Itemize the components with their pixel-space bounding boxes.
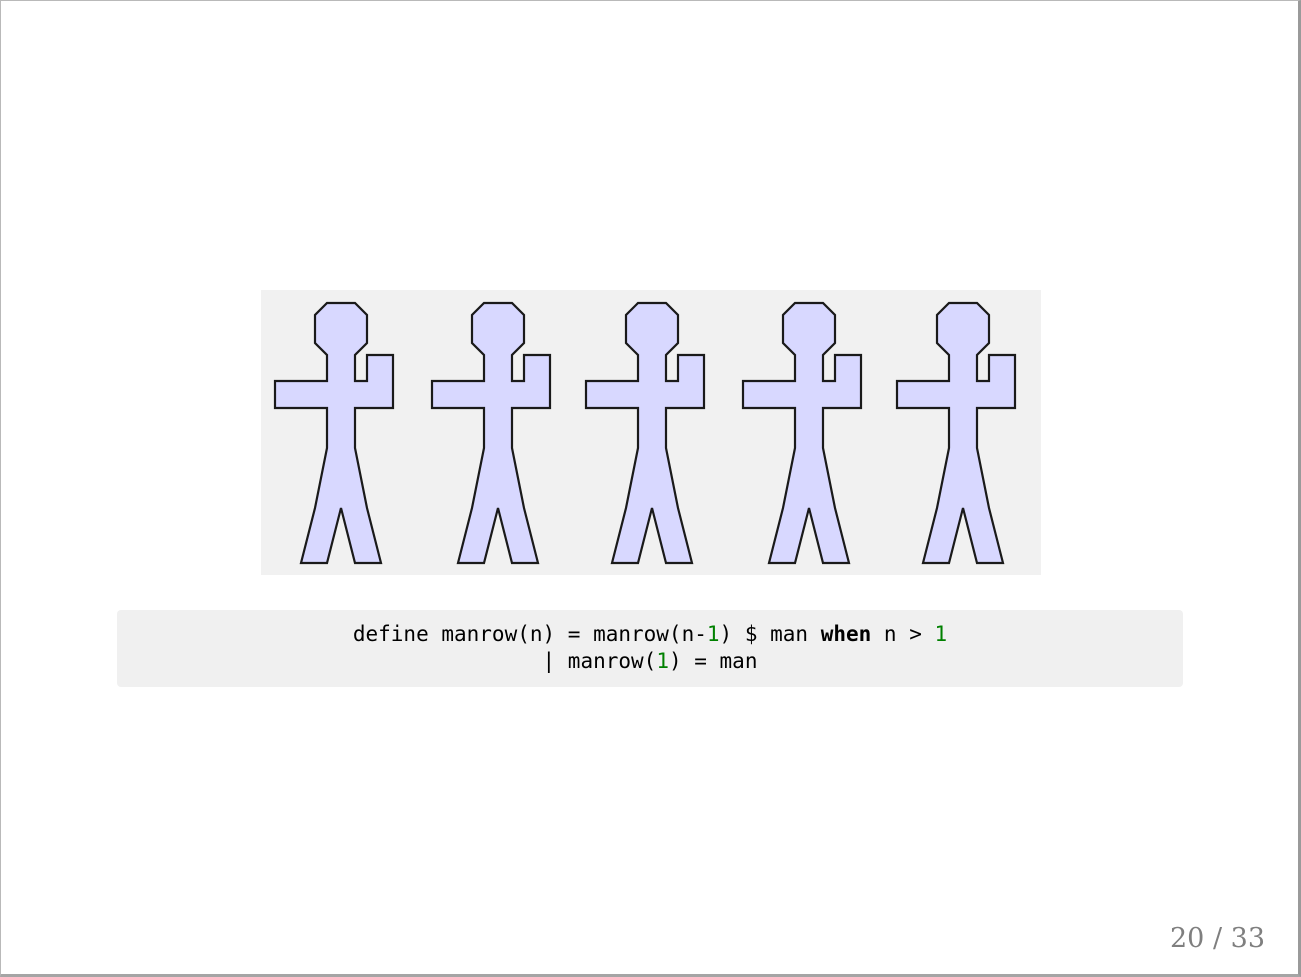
code-text: n > — [871, 622, 935, 646]
manrow-figure-svg — [273, 301, 1017, 565]
code-block: define manrow(n) = manrow(n-1) $ man whe… — [117, 610, 1183, 687]
manrow-figure — [261, 290, 1041, 575]
page-total: 33 — [1230, 923, 1265, 954]
code-line-1: define manrow(n) = manrow(n-1) $ man whe… — [117, 621, 1183, 648]
code-text: ) $ man — [719, 622, 821, 646]
stick-figure-icon — [895, 301, 1017, 565]
code-line-2: | manrow(1) = man — [117, 648, 1183, 675]
code-text: | manrow( — [542, 649, 657, 673]
code-text: ) = man — [668, 649, 758, 673]
page-current: 20 — [1169, 923, 1205, 954]
page-separator: / — [1212, 923, 1223, 954]
slide: define manrow(n) = manrow(n-1) $ man whe… — [0, 0, 1301, 977]
code-number: 1 — [934, 622, 948, 646]
stick-figure-icon — [584, 301, 706, 565]
code-keyword: when — [820, 622, 872, 646]
code-number: 1 — [706, 622, 720, 646]
page-counter: 20 / 33 — [1170, 923, 1265, 954]
stick-figure-icon — [430, 301, 552, 565]
code-number: 1 — [656, 649, 669, 673]
code-text: define manrow(n) = manrow(n- — [352, 622, 707, 646]
stick-figure-icon — [273, 301, 395, 565]
stick-figure-icon — [741, 301, 863, 565]
